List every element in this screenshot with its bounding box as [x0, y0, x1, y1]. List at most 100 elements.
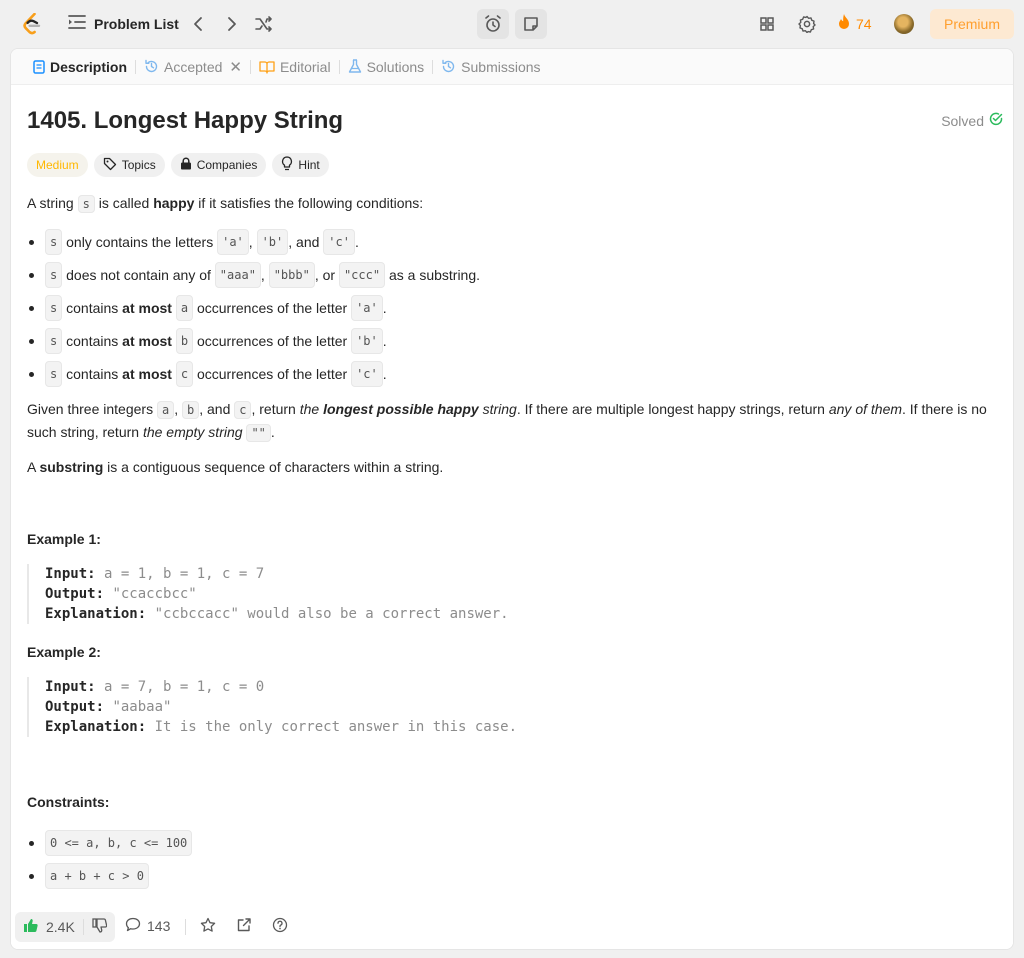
- inline-code: b: [175, 328, 194, 354]
- tab-submissions[interactable]: Submissions: [433, 59, 548, 75]
- text: contains: [62, 300, 123, 316]
- topics-label: Topics: [121, 158, 156, 172]
- problem-title: 1405. Longest Happy String: [27, 107, 344, 134]
- difficulty-badge: Medium: [27, 153, 88, 177]
- text: A string: [27, 195, 78, 211]
- example-output: Output: "ccaccbcc": [45, 584, 1003, 604]
- likes-count: 2.4K: [46, 919, 75, 935]
- comments-button[interactable]: 143: [125, 917, 170, 935]
- inline-code: s: [45, 262, 63, 288]
- explanation-value: It is the only correct answer in this ca…: [146, 719, 518, 735]
- close-tab-icon[interactable]: ✕: [229, 58, 242, 76]
- example-block: Input: a = 7, b = 1, c = 0 Output: "aaba…: [27, 677, 1003, 737]
- text: , return: [251, 401, 300, 417]
- explanation-label: Explanation:: [45, 719, 147, 735]
- vote-group: 2.4K: [15, 912, 115, 942]
- tab-label: Description: [50, 58, 128, 75]
- thumbs-up-icon[interactable]: [23, 918, 38, 936]
- bold-text: at most: [122, 333, 172, 349]
- inline-code: "ccc": [338, 262, 386, 288]
- text: . If there are multiple longest happy st…: [516, 401, 829, 417]
- problem-tags: Medium Topics Companies Hint: [27, 153, 329, 177]
- inline-code: a: [175, 295, 194, 321]
- thumbs-down-icon[interactable]: [92, 918, 108, 936]
- text: A: [27, 459, 40, 475]
- text: .: [382, 366, 387, 382]
- input-value: a = 7, b = 1, c = 0: [95, 679, 265, 695]
- text: is called: [94, 195, 154, 211]
- condition-item: s contains at most c occurrences of the …: [27, 361, 387, 387]
- history-icon: [441, 59, 456, 74]
- comment-icon: [125, 917, 141, 935]
- intro-paragraph: A string s is called happy if it satisfi…: [27, 192, 1003, 215]
- solved-label: Solved: [941, 112, 984, 129]
- text: contains: [62, 333, 123, 349]
- inline-code: 'a': [351, 295, 383, 321]
- text: .: [354, 234, 359, 250]
- text: .: [382, 333, 387, 349]
- example-block: Input: a = 1, b = 1, c = 7 Output: "ccac…: [27, 564, 1003, 624]
- help-question-icon[interactable]: [272, 917, 288, 933]
- user-avatar[interactable]: [894, 14, 914, 34]
- inline-code: 'b': [256, 229, 289, 255]
- companies-tag[interactable]: Companies: [170, 153, 267, 177]
- text: contains: [62, 366, 123, 382]
- tab-editorial[interactable]: Editorial: [251, 59, 339, 75]
- list-icon: [68, 14, 86, 33]
- leetcode-logo-icon[interactable]: [22, 12, 42, 35]
- timer-alarm-icon[interactable]: [477, 9, 509, 39]
- italic-text: string: [478, 401, 517, 417]
- task-paragraph: Given three integers a, b, and c, return…: [27, 398, 1003, 444]
- problem-list-button[interactable]: Problem List: [68, 14, 179, 33]
- inline-code: a: [156, 401, 175, 419]
- inline-code: a + b + c > 0: [45, 863, 149, 889]
- output-label: Output:: [45, 699, 105, 715]
- text: ,: [248, 234, 257, 250]
- share-external-link-icon[interactable]: [236, 917, 252, 933]
- book-icon: [259, 60, 275, 74]
- tab-description[interactable]: Description: [25, 59, 135, 75]
- input-value: a = 1, b = 1, c = 7: [95, 566, 265, 582]
- inline-code: 'b': [351, 328, 383, 354]
- settings-gear-icon[interactable]: [797, 14, 817, 34]
- premium-button[interactable]: Premium: [930, 9, 1014, 39]
- shuffle-icon[interactable]: [254, 14, 274, 34]
- favorite-star-icon[interactable]: [200, 917, 216, 933]
- italic-text: the empty string: [142, 424, 243, 440]
- explanation-value: "ccbccacc" would also be a correct answe…: [146, 606, 509, 622]
- next-problem-chevron-right-icon[interactable]: [222, 14, 242, 34]
- output-value: "ccaccbcc": [104, 586, 197, 602]
- example-output: Output: "aabaa": [45, 697, 1003, 717]
- streak-count: 74: [856, 15, 872, 32]
- notes-icon[interactable]: [515, 9, 547, 39]
- italic-text: any of them: [828, 401, 903, 417]
- tab-solutions[interactable]: Solutions: [340, 59, 433, 75]
- tab-accepted[interactable]: Accepted ✕: [136, 58, 250, 76]
- bold-text: substring: [39, 459, 104, 475]
- inline-code: b: [181, 401, 200, 419]
- italic-text: the: [299, 401, 324, 417]
- substring-definition: A substring is a contiguous sequence of …: [27, 456, 1003, 478]
- condition-item: s contains at most b occurrences of the …: [27, 328, 387, 354]
- constraint-item: a + b + c > 0: [27, 863, 149, 889]
- output-value: "aabaa": [104, 699, 172, 715]
- text: , and: [199, 401, 235, 417]
- bullet-dot: [29, 272, 34, 278]
- hint-tag[interactable]: Hint: [272, 153, 329, 177]
- topics-tag[interactable]: Topics: [93, 153, 165, 177]
- text: is a contiguous sequence of characters w…: [103, 459, 444, 475]
- daily-streak[interactable]: 74: [836, 13, 872, 34]
- bottom-action-bar: 2.4K 143: [11, 905, 1013, 949]
- layout-grid-icon[interactable]: [757, 14, 777, 34]
- prev-problem-chevron-left-icon[interactable]: [188, 14, 208, 34]
- problem-list-label: Problem List: [94, 15, 179, 32]
- text: , and: [288, 234, 324, 250]
- divider: [82, 919, 84, 935]
- text: .: [382, 300, 387, 316]
- text: if it satisfies the following conditions…: [194, 195, 424, 211]
- document-icon: [33, 59, 45, 74]
- example-explanation: Explanation: "ccbccacc" would also be a …: [45, 604, 1003, 624]
- example-heading: Example 1:: [27, 531, 101, 547]
- bold-text: at most: [122, 366, 172, 382]
- inline-code: s: [45, 229, 63, 255]
